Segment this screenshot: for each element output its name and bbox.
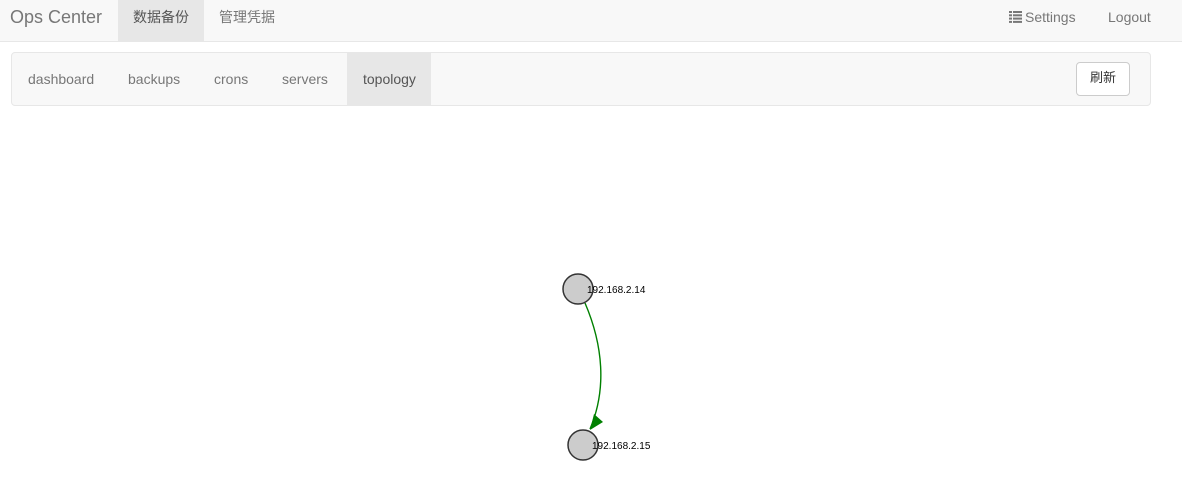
node-label: 192.168.2.15 xyxy=(592,441,651,452)
settings-label: Settings xyxy=(1025,9,1076,25)
topology-node[interactable]: 192.168.2.14 xyxy=(562,273,646,305)
tab-servers[interactable]: servers xyxy=(266,53,344,105)
node-label: 192.168.2.14 xyxy=(587,285,646,296)
settings-link[interactable]: Settings xyxy=(994,0,1091,41)
topology-node[interactable]: 192.168.2.15 xyxy=(567,429,651,461)
sub-navbar: dashboard backups crons servers topology… xyxy=(11,52,1151,106)
refresh-button[interactable]: 刷新 xyxy=(1076,62,1130,96)
edge-arrowhead xyxy=(590,414,603,430)
list-icon xyxy=(1009,11,1022,23)
topology-graph: 192.168.2.14 192.168.2.15 xyxy=(562,273,651,461)
top-navbar: Ops Center 数据备份 管理凭据 Settings Logout xyxy=(0,0,1182,42)
topology-edge xyxy=(584,302,602,430)
nav-item-credentials[interactable]: 管理凭据 xyxy=(204,0,290,41)
tab-crons[interactable]: crons xyxy=(198,53,264,105)
tab-backups[interactable]: backups xyxy=(112,53,196,105)
tab-dashboard[interactable]: dashboard xyxy=(12,53,110,105)
brand-logo[interactable]: Ops Center xyxy=(10,7,102,27)
nav-item-data-backup[interactable]: 数据备份 xyxy=(118,0,204,41)
tab-topology[interactable]: topology xyxy=(347,53,431,105)
logout-link[interactable]: Logout xyxy=(1093,0,1166,41)
